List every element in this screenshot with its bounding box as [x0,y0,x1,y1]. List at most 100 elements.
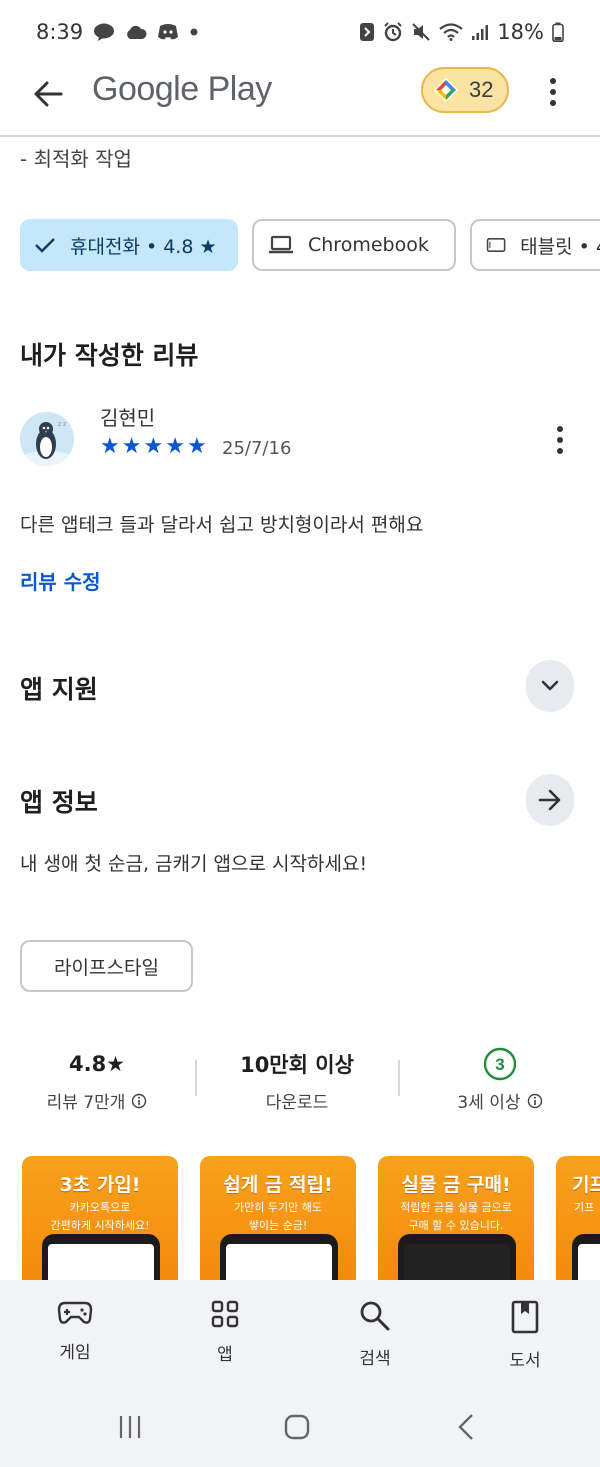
screenshot-card[interactable]: 기프 기프 [556,1156,600,1280]
stat-downloads-value: 10만회 이상 [240,1053,354,1077]
age-rating-number: 3 [495,1055,504,1074]
discord-icon [157,23,179,41]
app-info-open-button[interactable] [526,774,574,826]
arrow-back-icon [34,81,63,107]
chip-chromebook[interactable]: Chromebook [252,219,456,271]
home-button[interactable] [277,1411,317,1443]
chip-tablet-label: 태블릿 • 4 [520,235,600,258]
nav-games[interactable]: 게임 [0,1280,150,1395]
chip-tablet[interactable]: 태블릿 • 4 [470,219,600,271]
app-support-heading: 앱 지원 [20,675,98,704]
svg-text:z z: z z [58,421,66,428]
back-button[interactable] [26,72,70,116]
play-points-chip[interactable]: 32 [421,67,509,113]
home-icon [284,1414,310,1440]
app-info-description: 내 생애 첫 순금, 금캐기 앱으로 시작하세요! [20,853,368,875]
cloud-icon [125,24,147,40]
nav-games-label: 게임 [59,1343,91,1363]
notification-dot-icon [189,27,199,37]
apps-grid-icon [211,1300,239,1328]
phone-mockup [220,1234,338,1280]
app-info-heading: 앱 정보 [20,788,98,817]
chevron-left-icon [458,1414,473,1440]
category-chip[interactable]: 라이프스타일 [20,940,193,992]
app-bar-divider [0,135,600,137]
recent-apps-button[interactable] [110,1411,150,1443]
star-icon: ★ [143,434,164,459]
screenshot-title: 실물 금 구매! [401,1174,511,1196]
more-vert-icon [557,426,563,454]
my-review-heading: 내가 작성한 리뷰 [20,341,199,370]
battery-icon [552,22,564,42]
screenshot-subtitle: 기프 [574,1201,595,1214]
wifi-icon [439,23,464,41]
more-vert-icon [550,78,556,106]
nav-books[interactable]: 도서 [450,1280,600,1395]
review-options-button[interactable] [546,422,574,458]
chip-chromebook-label: Chromebook [308,234,429,256]
app-title: Google Play [92,70,272,108]
reviewer-name: 김현민 [100,406,156,430]
chevron-down-icon [541,680,559,691]
play-points-value: 32 [469,77,494,102]
chip-phone[interactable]: 휴대전화 • 4.8 ★ [20,219,238,271]
screenshot-subtitle: 간편하게 시작하세요! [50,1219,150,1232]
nav-search[interactable]: 검색 [300,1280,450,1395]
whats-new-line: - 최적화 작업 [20,147,132,171]
stat-divider [195,1060,197,1096]
stat-rating-label: 리뷰 7만개 [46,1093,126,1113]
screenshot-subtitle: 카카오톡으로 [69,1201,131,1214]
star-icon: ★ [165,434,185,459]
screenshot-subtitle: 쌓이는 순금! [248,1219,308,1232]
screenshot-card[interactable]: 쉽게 금 적립! 가만히 두기만 해도 쌓이는 순금! [200,1156,356,1280]
status-time: 8:39 [36,20,84,44]
app-support-expand-button[interactable] [526,660,574,712]
screenshot-subtitle: 가만히 두기만 해도 [234,1201,322,1214]
screenshot-subtitle: 구매 할 수 있습니다. [408,1219,504,1232]
nav-apps[interactable]: 앱 [150,1280,300,1395]
book-icon [511,1300,539,1334]
screenshot-carousel[interactable]: 3초 가입! 카카오톡으로 간편하게 시작하세요! 쉽게 금 적립! 가만히 두… [22,1156,600,1280]
star-icon: ★ [121,434,142,459]
info-icon [527,1093,543,1109]
tablet-icon [486,238,506,252]
system-back-button[interactable] [446,1411,486,1443]
nav-search-label: 검색 [359,1349,391,1369]
screenshot-subtitle: 적립한 금을 실물 금으로 [400,1201,512,1214]
check-icon [35,238,55,253]
search-icon [360,1301,390,1331]
phone-mockup [572,1234,600,1280]
laptop-icon [269,235,293,254]
nav-books-label: 도서 [509,1351,541,1371]
edit-review-link[interactable]: 리뷰 수정 [20,566,101,595]
screenshot-title: 기프 [572,1174,600,1196]
stat-content-rating-label: 3세 이상 [457,1093,521,1113]
signal-icon [471,23,489,41]
review-text: 다른 앱테크 들과 달라서 쉽고 방치형이라서 편해요 [20,514,424,536]
rating-stars: ★ ★ ★ ★ ★ [100,434,207,459]
phone-mockup [42,1234,160,1280]
stat-content-rating[interactable]: 3 3세 이상 [425,1047,575,1113]
screenshot-title: 3초 가입! [59,1174,141,1196]
kakaotalk-icon [93,23,115,41]
alarm-icon [383,22,403,42]
stat-divider [398,1060,400,1096]
system-navigation-bar [0,1395,600,1467]
review-date: 25/7/16 [222,438,292,459]
stat-downloads-label: 다운로드 [265,1093,329,1113]
stat-downloads: 10만회 이상 다운로드 [212,1048,382,1113]
avatar: z z [20,412,74,466]
screenshot-card[interactable]: 실물 금 구매! 적립한 금을 실물 금으로 구매 할 수 있습니다. [378,1156,534,1280]
app-bar: Google Play 32 [0,64,600,134]
stat-rating[interactable]: 4.8★ 리뷰 7만개 [22,1048,172,1113]
penguin-avatar-icon: z z [20,412,74,466]
gamepad-icon [57,1301,93,1324]
arrow-forward-icon [538,789,561,811]
nav-apps-label: 앱 [217,1345,233,1365]
mute-icon [411,22,431,42]
screenshot-card[interactable]: 3초 가입! 카카오톡으로 간편하게 시작하세요! [22,1156,178,1280]
screenshot-title: 쉽게 금 적립! [223,1174,333,1196]
info-icon [131,1093,147,1109]
nfc-icon [359,22,375,42]
overflow-menu-button[interactable] [535,70,571,114]
